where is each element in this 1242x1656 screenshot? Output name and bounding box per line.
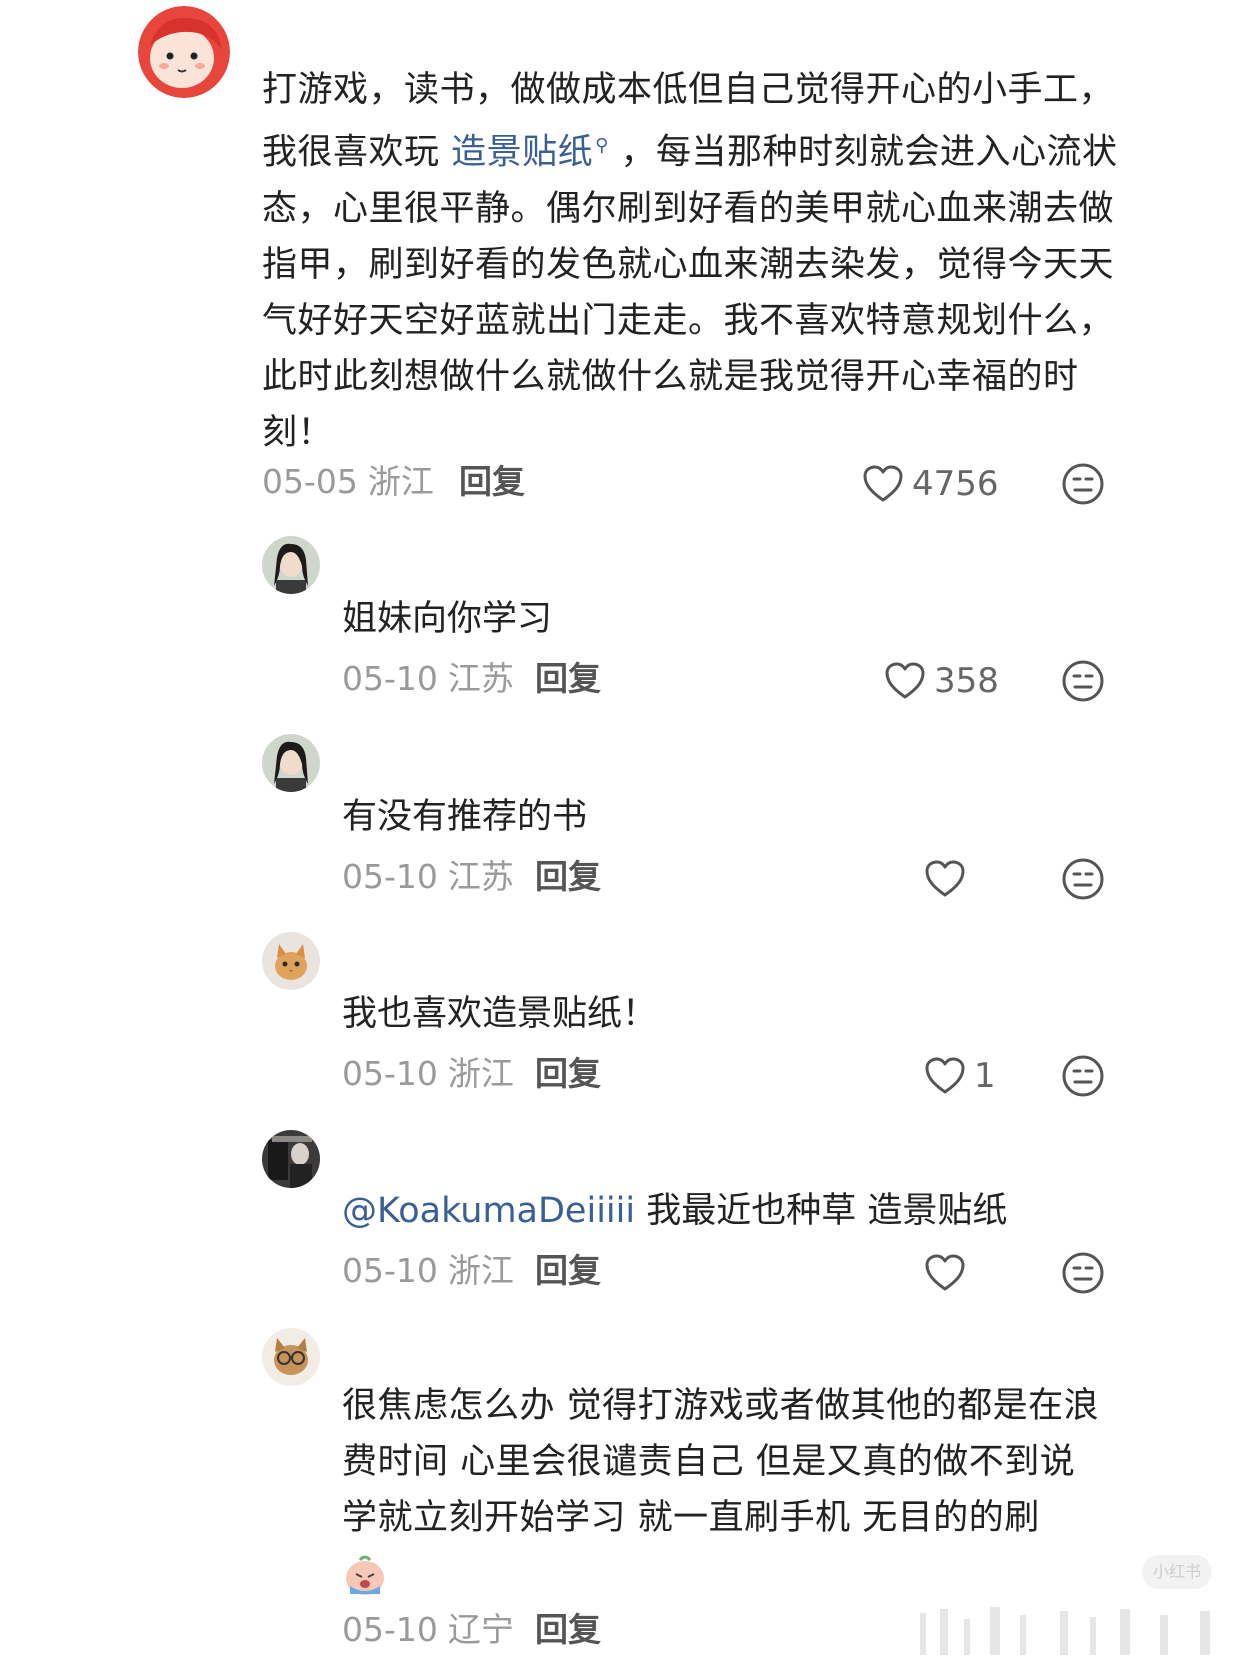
reply-text: 我也喜欢造景贴纸！	[342, 994, 658, 1034]
like-button[interactable]: 358	[884, 659, 999, 703]
like-count: 1	[974, 1056, 996, 1096]
user-photo-icon	[262, 536, 320, 594]
heart-icon	[863, 465, 903, 502]
main-comment-text-after: ，每当那种时刻就会进入心流状态，心里很平静。偶尔刷到好看的美甲就心血来潮去做指甲…	[262, 132, 1118, 453]
cat-with-glasses-icon	[262, 1328, 320, 1386]
search-icon[interactable]: ⚲	[595, 135, 609, 156]
comment-date: 05-10	[342, 659, 438, 698]
neutral-face-icon	[1062, 858, 1104, 900]
avatar[interactable]	[262, 536, 320, 594]
emoji-react-button[interactable]	[1061, 462, 1105, 506]
comment-meta: 05-10 浙江	[342, 1052, 514, 1096]
like-button[interactable]	[924, 857, 966, 901]
topic-link[interactable]: 造景贴纸	[451, 133, 593, 173]
crying-emoji	[342, 1552, 388, 1598]
reply-button[interactable]: 回复	[459, 460, 525, 504]
heart-icon	[925, 1254, 965, 1291]
comment-location: 江苏	[447, 659, 514, 698]
neutral-face-icon	[1062, 660, 1104, 702]
watermark-bars	[920, 1607, 1210, 1655]
comment-meta: 05-05 浙江	[262, 460, 434, 504]
like-button[interactable]: 4756	[862, 462, 999, 506]
user-mention-link[interactable]: @KoakumaDeiiiii	[342, 1191, 635, 1231]
comment-date: 05-10	[342, 1054, 438, 1093]
comment-meta: 05-10 辽宁	[342, 1608, 514, 1652]
like-button[interactable]	[924, 1251, 966, 1295]
comment-location: 江苏	[447, 857, 514, 896]
reply-button[interactable]: 回复	[535, 1608, 601, 1652]
comment-location: 浙江	[447, 1054, 514, 1093]
cartoon-avatar-icon	[138, 6, 230, 98]
reply-button[interactable]: 回复	[535, 1052, 601, 1096]
like-button[interactable]: 1	[924, 1054, 996, 1098]
reply-button[interactable]: 回复	[535, 657, 601, 701]
comment-date: 05-05	[262, 462, 358, 501]
reply-button[interactable]: 回复	[535, 1249, 601, 1293]
comment-meta: 05-10 江苏	[342, 855, 514, 899]
emoji-react-button[interactable]	[1061, 1054, 1105, 1098]
emoji-react-button[interactable]	[1061, 659, 1105, 703]
user-photo-icon	[262, 1130, 320, 1188]
neutral-face-icon	[1062, 1055, 1104, 1097]
comment-meta: 05-10 浙江	[342, 1249, 514, 1293]
comment-meta: 05-10 江苏	[342, 657, 514, 701]
comment-date: 05-10	[342, 1610, 438, 1649]
reply-text: @KoakumaDeiiiii 我最近也种草 造景贴纸	[342, 1183, 1007, 1239]
user-photo-icon	[262, 734, 320, 792]
comment-date: 05-10	[342, 857, 438, 896]
avatar[interactable]	[262, 734, 320, 792]
avatar[interactable]	[262, 1328, 320, 1386]
heart-icon	[885, 662, 925, 699]
reply-text-body: 我最近也种草 造景贴纸	[635, 1191, 1008, 1231]
heart-icon	[925, 1057, 965, 1094]
emoji-react-button[interactable]	[1061, 1251, 1105, 1295]
like-count: 4756	[912, 464, 999, 504]
emoji-react-button[interactable]	[1061, 857, 1105, 901]
neutral-face-icon	[1062, 1252, 1104, 1294]
comment-thread: 打游戏，读书，做做成本低但自己觉得开心的小手工，我很喜欢玩 造景贴纸 ⚲ ，每当那…	[0, 0, 1242, 1656]
comment-date: 05-10	[342, 1251, 438, 1290]
reply-button[interactable]: 回复	[535, 855, 601, 899]
reply-text: 姐妹向你学习	[342, 599, 553, 639]
comment-location: 浙江	[367, 462, 434, 501]
avatar[interactable]	[138, 6, 230, 98]
main-comment-text: 打游戏，读书，做做成本低但自己觉得开心的小手工，我很喜欢玩 造景贴纸 ⚲ ，每当那…	[262, 62, 1122, 461]
reply-text: 有没有推荐的书	[342, 797, 588, 837]
watermark-logo: 小红书	[1142, 1555, 1212, 1589]
neutral-face-icon	[1062, 463, 1104, 505]
reply-text: 很焦虑怎么办 觉得打游戏或者做其他的都是在浪费时间 心里会很谴责自己 但是又真的…	[342, 1386, 1100, 1538]
avatar[interactable]	[262, 1130, 320, 1188]
cat-photo-icon	[262, 932, 320, 990]
comment-location: 浙江	[447, 1251, 514, 1290]
heart-icon	[925, 860, 965, 897]
like-count: 358	[934, 661, 999, 701]
avatar[interactable]	[262, 932, 320, 990]
comment-location: 辽宁	[447, 1610, 514, 1649]
crying-emoji-icon	[346, 1555, 384, 1595]
